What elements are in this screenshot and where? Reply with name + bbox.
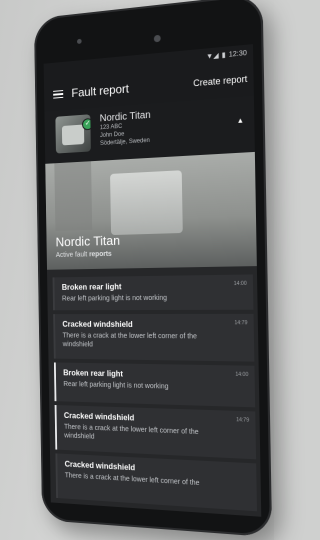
report-time: 14:00 [233, 280, 247, 288]
menu-icon[interactable] [44, 89, 71, 99]
status-time: 12:30 [228, 49, 247, 59]
report-description: There is a crack at the lower left corne… [62, 332, 198, 349]
report-title: Cracked windshield [64, 459, 136, 473]
report-title: Broken rear light [63, 368, 123, 379]
report-description: Rear left parking light is not working [63, 381, 169, 391]
status-check-icon: ✓ [81, 117, 91, 131]
battery-icon: ▮ [221, 51, 226, 60]
list-item[interactable]: Broken rear light Rear left parking ligh… [52, 274, 254, 311]
screen: ▼◢ ▮ 12:30 Fault report Create report ✓ … [43, 44, 262, 517]
report-time: 14:79 [236, 417, 250, 424]
create-report-button[interactable]: Create report [193, 74, 247, 89]
phone-frame: ▼◢ ▮ 12:30 Fault report Create report ✓ … [33, 0, 273, 538]
collapse-caret-icon[interactable]: ▲ [237, 117, 244, 125]
report-time: 14:00 [235, 371, 249, 379]
report-title: Cracked windshield [63, 411, 135, 423]
list-item[interactable]: Broken rear light Rear left parking ligh… [53, 362, 256, 408]
vehicle-hero: Nordic Titan Active fault reports [45, 151, 257, 270]
signal-icon: ▼◢ [206, 52, 219, 61]
report-title: Cracked windshield [62, 319, 133, 329]
hero-title: Nordic Titan [55, 232, 121, 250]
list-item[interactable]: Cracked windshield There is a crack at t… [54, 405, 257, 460]
report-title: Broken rear light [61, 282, 122, 292]
report-description: There is a crack at the lower left corne… [64, 472, 200, 488]
report-description: There is a crack at the lower left corne… [64, 423, 199, 441]
report-time: 14:79 [234, 320, 248, 327]
list-item[interactable]: Cracked windshield There is a crack at t… [53, 313, 255, 362]
vehicle-avatar: ✓ [55, 114, 91, 154]
hero-subtitle: Active fault reports [55, 250, 112, 259]
truck-image [61, 124, 85, 146]
background-tree [54, 161, 93, 231]
fault-report-list: Broken rear light Rear left parking ligh… [47, 266, 262, 517]
truck-photo [110, 170, 183, 236]
page-title: Fault report [71, 81, 130, 101]
report-description: Rear left parking light is not working [61, 294, 168, 303]
list-item[interactable]: Cracked windshield There is a crack at t… [55, 453, 257, 512]
